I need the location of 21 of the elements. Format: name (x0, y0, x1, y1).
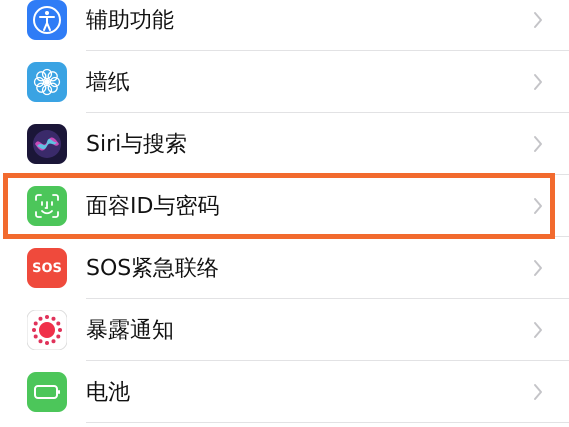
setting-label[interactable]: 面容ID与密码 (86, 190, 220, 220)
chevron-icon (533, 10, 543, 28)
flower-icon (27, 62, 67, 102)
setting-label[interactable]: 辅助功能 (86, 4, 174, 34)
siri-icon (27, 124, 67, 164)
face-scan-icon (27, 186, 67, 226)
setting-label[interactable]: 电池 (86, 376, 130, 406)
sos-icon: SOS (27, 248, 67, 288)
accessibility-icon (27, 0, 67, 40)
exposure-icon (27, 310, 67, 350)
chevron-icon (533, 72, 543, 90)
chevron-icon (533, 134, 543, 152)
setting-label[interactable]: 暴露通知 (86, 314, 174, 344)
chevron-icon (533, 320, 543, 338)
chevron-icon (533, 258, 543, 276)
battery-icon (27, 372, 67, 412)
chevron-icon (533, 196, 543, 214)
setting-label[interactable]: 墙纸 (86, 66, 130, 96)
chevron-icon (533, 382, 543, 400)
setting-label[interactable]: Siri与搜索 (86, 128, 188, 158)
setting-label[interactable]: SOS紧急联络 (86, 252, 220, 282)
